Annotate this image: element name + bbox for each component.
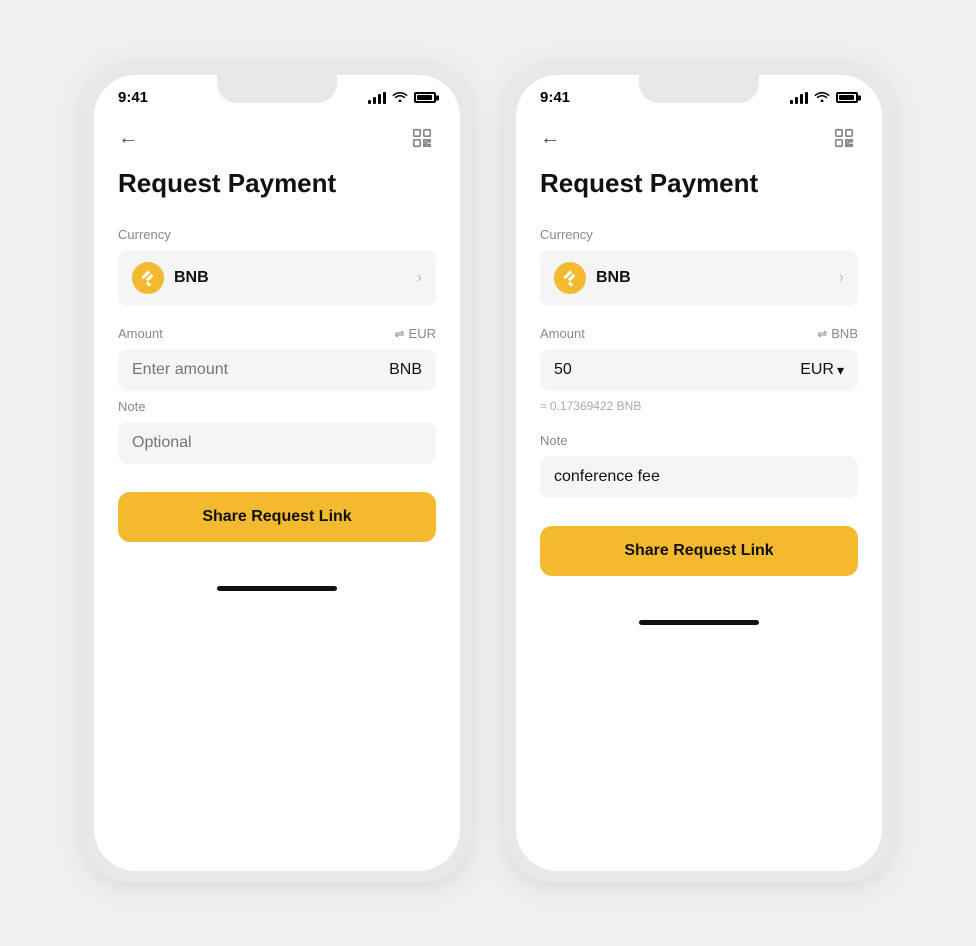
convert-arrows-icon-2: ⇌ bbox=[817, 327, 827, 341]
amount-label-2: Amount bbox=[540, 326, 585, 341]
scan-button-1[interactable] bbox=[408, 124, 436, 152]
phone-1-inner: 9:41 bbox=[94, 75, 460, 871]
notch-2 bbox=[639, 75, 759, 103]
note-input-wrap-2 bbox=[540, 456, 858, 498]
chevron-down-icon: ▾ bbox=[837, 362, 844, 379]
amount-label-1: Amount bbox=[118, 326, 163, 341]
phone-1: 9:41 bbox=[82, 63, 472, 883]
signal-icon-1 bbox=[368, 92, 386, 104]
amount-input-wrap-1: BNB bbox=[118, 349, 436, 391]
amount-currency-1: BNB bbox=[389, 361, 422, 379]
note-label-1: Note bbox=[118, 399, 436, 414]
status-icons-2 bbox=[790, 90, 858, 105]
share-button-2[interactable]: Share Request Link bbox=[540, 526, 858, 576]
status-bar-2: 9:41 bbox=[516, 75, 882, 112]
home-indicator-1 bbox=[217, 586, 337, 591]
battery-icon-1 bbox=[414, 92, 436, 103]
amount-convert-label-2: BNB bbox=[831, 326, 858, 341]
currency-name-2: BNB bbox=[596, 269, 839, 287]
amount-convert-2: ⇌ BNB bbox=[817, 326, 858, 341]
amount-convert-label-1: EUR bbox=[409, 326, 436, 341]
currency-selector-1[interactable]: BNB › bbox=[118, 250, 436, 306]
currency-selector-2[interactable]: BNB › bbox=[540, 250, 858, 306]
phone-1-content: ← Request Payment Cu bbox=[94, 112, 460, 574]
currency-name-1: BNB bbox=[174, 269, 417, 287]
currency-label-1: Currency bbox=[118, 227, 436, 242]
phone-2: 9:41 bbox=[504, 63, 894, 883]
chevron-right-icon-1: › bbox=[417, 269, 422, 287]
amount-row-2: Amount ⇌ BNB bbox=[540, 326, 858, 341]
currency-eur-selector[interactable]: EUR ▾ bbox=[800, 361, 844, 379]
back-button-1[interactable]: ← bbox=[118, 127, 138, 150]
note-input-wrap-1 bbox=[118, 422, 436, 464]
amount-row-1: Amount ⇌ EUR bbox=[118, 326, 436, 341]
scene: 9:41 bbox=[0, 23, 976, 923]
amount-currency-2: EUR bbox=[800, 361, 834, 379]
time-2: 9:41 bbox=[540, 89, 570, 106]
nav-row-1: ← bbox=[118, 124, 436, 152]
scan-button-2[interactable] bbox=[830, 124, 858, 152]
status-icons-1 bbox=[368, 90, 436, 105]
time-1: 9:41 bbox=[118, 89, 148, 106]
note-input-1[interactable] bbox=[132, 434, 422, 452]
wifi-icon-1 bbox=[392, 90, 408, 105]
chevron-right-icon-2: › bbox=[839, 269, 844, 287]
wifi-icon-2 bbox=[814, 90, 830, 105]
signal-icon-2 bbox=[790, 92, 808, 104]
note-input-2[interactable] bbox=[554, 468, 844, 486]
note-label-2: Note bbox=[540, 433, 858, 448]
amount-convert-1: ⇌ EUR bbox=[394, 326, 436, 341]
back-button-2[interactable]: ← bbox=[540, 127, 560, 150]
nav-row-2: ← bbox=[540, 124, 858, 152]
amount-input-wrap-2: EUR ▾ bbox=[540, 349, 858, 391]
page-title-1: Request Payment bbox=[118, 168, 436, 199]
converted-value-2: ≈ 0.17369422 BNB bbox=[540, 399, 858, 413]
notch-1 bbox=[217, 75, 337, 103]
amount-input-1[interactable] bbox=[132, 361, 389, 379]
phone-2-inner: 9:41 bbox=[516, 75, 882, 871]
battery-icon-2 bbox=[836, 92, 858, 103]
phone-2-content: ← Request Payment Cu bbox=[516, 112, 882, 608]
convert-arrows-icon-1: ⇌ bbox=[394, 327, 404, 341]
currency-label-2: Currency bbox=[540, 227, 858, 242]
bnb-icon-1 bbox=[132, 262, 164, 294]
status-bar-1: 9:41 bbox=[94, 75, 460, 112]
home-indicator-2 bbox=[639, 620, 759, 625]
page-title-2: Request Payment bbox=[540, 168, 858, 199]
amount-input-2[interactable] bbox=[554, 361, 800, 379]
share-button-1[interactable]: Share Request Link bbox=[118, 492, 436, 542]
bnb-icon-2 bbox=[554, 262, 586, 294]
